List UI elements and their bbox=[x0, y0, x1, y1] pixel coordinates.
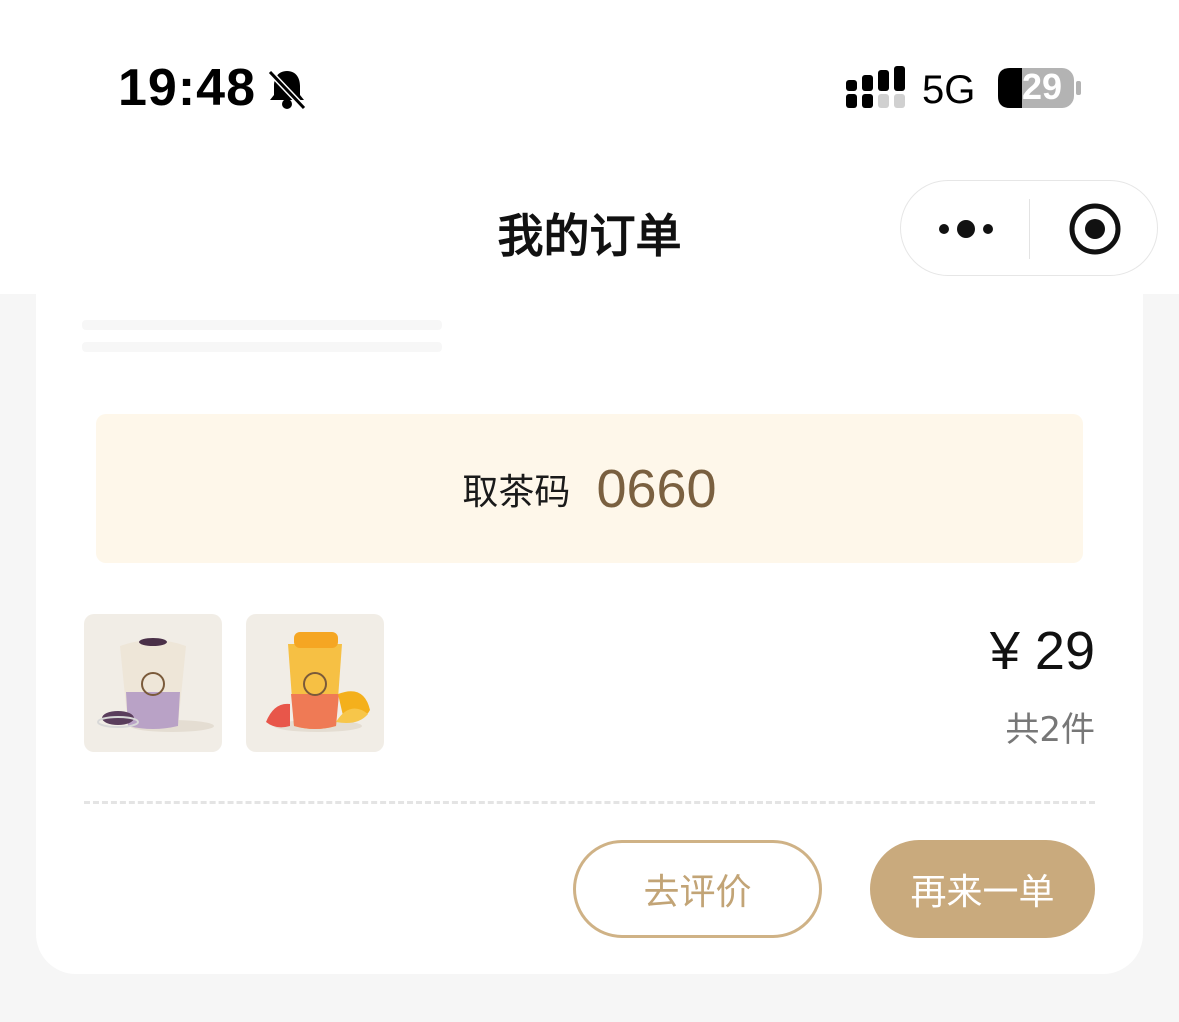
product-thumbnail-taro[interactable] bbox=[84, 614, 222, 752]
network-label: 5G bbox=[922, 68, 976, 112]
skeleton-line bbox=[82, 320, 442, 330]
divider bbox=[84, 801, 1095, 804]
pickup-code-box: 取茶码 0660 bbox=[96, 414, 1083, 563]
bell-muted-icon bbox=[267, 69, 307, 111]
product-thumbnail-mango[interactable] bbox=[246, 614, 384, 752]
drink-mango-icon bbox=[266, 632, 370, 732]
order-card: 取茶码 0660 ¥ 29 共2件 去评价 再来一单 bbox=[36, 294, 1143, 974]
pickup-label: 取茶码 bbox=[462, 471, 571, 513]
status-time: 19:48 bbox=[118, 59, 256, 117]
battery-level: 29 bbox=[1021, 66, 1063, 107]
skeleton-line bbox=[82, 342, 442, 352]
more-icon[interactable] bbox=[937, 217, 995, 241]
target-icon[interactable] bbox=[1067, 201, 1123, 257]
reorder-button[interactable]: 再来一单 bbox=[870, 840, 1095, 938]
review-button[interactable]: 去评价 bbox=[573, 840, 822, 938]
pickup-code: 0660 bbox=[596, 458, 717, 519]
drink-taro-icon bbox=[97, 638, 214, 732]
capsule-divider bbox=[1029, 199, 1030, 259]
order-price: ¥ 29 bbox=[989, 621, 1095, 681]
signal-icon bbox=[846, 66, 905, 108]
item-count: 共2件 bbox=[1005, 710, 1095, 750]
top-bar: 19:48 5G 29 我的订单 bbox=[0, 0, 1179, 294]
mini-program-capsule bbox=[900, 180, 1158, 276]
